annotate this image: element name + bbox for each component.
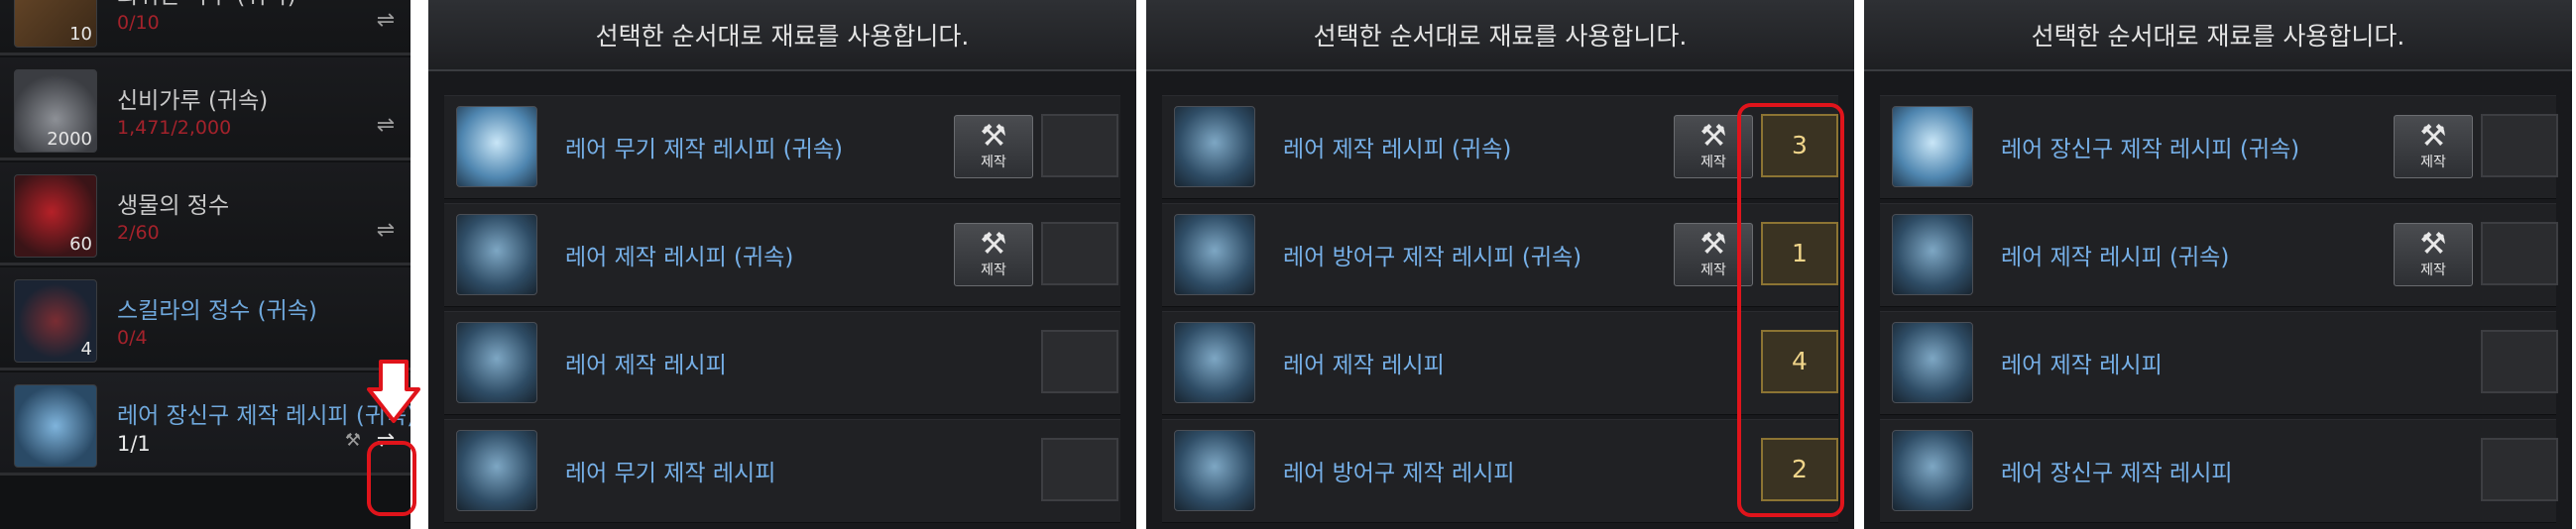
recipe-name: 레어 제작 레시피 (귀속) (565, 245, 794, 270)
material-name: 신비가루 (귀속) (117, 88, 269, 114)
recipe-scroll-icon (1174, 106, 1255, 187)
craft-label: 제작 (981, 155, 1006, 170)
panel-header: 선택한 순서대로 재료를 사용합니다. (1146, 0, 1854, 71)
material-name: 스킬라의 정수 (귀속) (117, 298, 317, 324)
material-count: 2/60 (117, 222, 160, 244)
recipe-name: 레어 제작 레시피 (귀속) (1283, 137, 1512, 162)
craft-button[interactable]: ⚒ 제작 (2394, 115, 2473, 178)
hammer-pickaxe-icon: ⚒ (2419, 119, 2447, 154)
order-slot[interactable] (1041, 222, 1118, 285)
recipe-scroll-icon (456, 430, 537, 511)
swap-icon[interactable]: ⇌ (373, 220, 399, 242)
recipe-scroll-icon (456, 106, 537, 187)
material-qty: 60 (69, 234, 92, 255)
craft-label: 제작 (2420, 155, 2446, 170)
material-row[interactable]: 2000 신비가루 (귀속) 1,471/2,000 ⇌ (0, 57, 410, 160)
material-qty: 2000 (47, 129, 92, 150)
recipe-name: 레어 무기 제작 레시피 (귀속) (565, 137, 843, 162)
recipe-scroll-icon (1892, 430, 1973, 511)
hammer-icon: ⚒ (344, 430, 361, 451)
order-slot[interactable] (2481, 330, 2558, 393)
recipe-select-panel: 선택한 순서대로 재료를 사용합니다. 레어 무기 제작 레시피 (귀속) ⚒ … (428, 0, 1136, 529)
annotation-down-arrow-icon (367, 360, 420, 423)
recipe-name: 레어 장신구 제작 레시피 (귀속) (2001, 137, 2300, 162)
material-row[interactable]: 60 생물의 정수 2/60 ⇌ (0, 162, 410, 265)
material-row[interactable]: 4 스킬라의 정수 (귀속) 0/4 (0, 267, 410, 370)
recipe-scroll-icon (1892, 214, 1973, 295)
recipe-scroll-icon (1174, 214, 1255, 295)
annotation-highlight-box (367, 441, 416, 516)
order-slot[interactable] (1041, 438, 1118, 501)
craft-label: 제작 (2420, 263, 2446, 278)
recipe-row[interactable]: 레어 제작 레시피 (1880, 311, 2558, 415)
material-row-selected[interactable]: 레어 장신구 제작 레시피 (귀속) 1/1 ⚒ ⇌ (0, 372, 410, 476)
swap-icon[interactable]: ⇌ (373, 10, 399, 32)
recipe-icon (14, 384, 97, 468)
material-count: 0/10 (117, 12, 160, 34)
order-slot[interactable] (1041, 114, 1118, 177)
craft-label: 제작 (981, 263, 1006, 278)
recipe-name: 레어 제작 레시피 (1283, 353, 1445, 378)
recipe-name: 레어 무기 제작 레시피 (565, 461, 776, 486)
order-slot[interactable] (2481, 114, 2558, 177)
hammer-pickaxe-icon: ⚒ (980, 119, 1007, 154)
recipe-name: 레어 방어구 제작 레시피 (1283, 461, 1515, 486)
recipe-name: 레어 제작 레시피 (2001, 353, 2163, 378)
hammer-pickaxe-icon: ⚒ (2419, 227, 2447, 262)
material-name: 희귀한 나무 (귀속) (117, 0, 296, 10)
material-qty: 4 (80, 339, 92, 360)
panel-header: 선택한 순서대로 재료를 사용합니다. (1864, 0, 2572, 71)
material-name: 생물의 정수 (117, 193, 230, 219)
material-count: 0/4 (117, 327, 148, 349)
recipe-row[interactable]: 레어 무기 제작 레시피 (444, 419, 1120, 523)
powder-icon: 2000 (14, 69, 97, 153)
annotation-highlight-box (1737, 103, 1844, 517)
recipe-name: 레어 제작 레시피 (귀속) (2001, 245, 2230, 270)
recipe-scroll-icon (456, 214, 537, 295)
order-slot[interactable] (2481, 222, 2558, 285)
swap-icon[interactable]: ⇌ (373, 115, 399, 137)
craft-button[interactable]: ⚒ 제작 (954, 115, 1033, 178)
recipe-scroll-icon (1892, 106, 1973, 187)
recipe-row[interactable]: 레어 제작 레시피 (444, 311, 1120, 415)
skull-essence-icon: 4 (14, 279, 97, 363)
material-count: 1/1 (117, 432, 151, 456)
recipe-name: 레어 장신구 제작 레시피 (2001, 461, 2233, 486)
recipe-scroll-icon (456, 322, 537, 403)
craft-button[interactable]: ⚒ 제작 (954, 223, 1033, 286)
panel-header: 선택한 순서대로 재료를 사용합니다. (428, 0, 1136, 71)
recipe-row[interactable]: 레어 제작 레시피 (귀속) ⚒ 제작 (1880, 203, 2558, 307)
recipe-name: 레어 방어구 제작 레시피 (귀속) (1283, 245, 1582, 270)
recipe-row[interactable]: 레어 무기 제작 레시피 (귀속) ⚒ 제작 (444, 95, 1120, 199)
order-slot[interactable] (1041, 330, 1118, 393)
recipe-scroll-icon (1174, 322, 1255, 403)
materials-list: 10 희귀한 나무 (귀속) 0/10 ⇌ 2000 신비가루 (귀속) 1,4… (0, 0, 410, 529)
material-qty: 10 (69, 24, 92, 45)
material-count: 1,471/2,000 (117, 117, 232, 139)
hammer-pickaxe-icon: ⚒ (980, 227, 1007, 262)
recipe-row[interactable]: 레어 장신구 제작 레시피 (1880, 419, 2558, 523)
recipe-scroll-icon (1892, 322, 1973, 403)
recipe-row[interactable]: 레어 제작 레시피 (귀속) ⚒ 제작 (444, 203, 1120, 307)
recipe-row[interactable]: 레어 장신구 제작 레시피 (귀속) ⚒ 제작 (1880, 95, 2558, 199)
recipe-name: 레어 제작 레시피 (565, 353, 727, 378)
order-slot[interactable] (2481, 438, 2558, 501)
recipe-select-panel: 선택한 순서대로 재료를 사용합니다. 레어 장신구 제작 레시피 (귀속) ⚒… (1864, 0, 2572, 529)
essence-icon: 60 (14, 174, 97, 258)
wood-icon: 10 (14, 0, 97, 48)
recipe-scroll-icon (1174, 430, 1255, 511)
craft-button[interactable]: ⚒ 제작 (2394, 223, 2473, 286)
material-row[interactable]: 10 희귀한 나무 (귀속) 0/10 ⇌ (0, 0, 410, 55)
